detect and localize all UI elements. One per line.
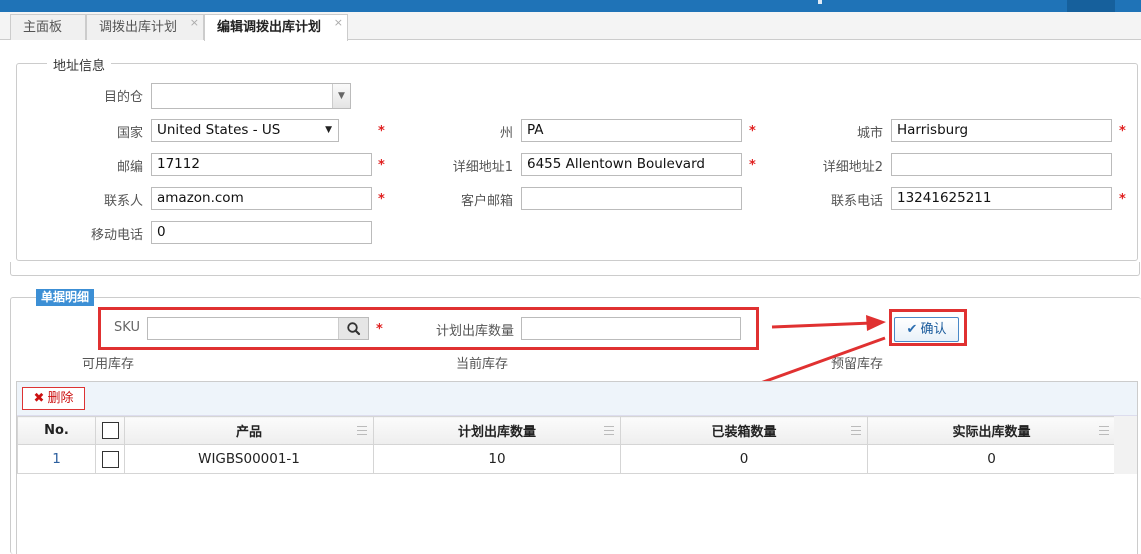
column-menu-icon[interactable] (851, 426, 861, 435)
row-select-cell (95, 444, 125, 474)
column-header-actual[interactable]: 实际出库数量 (867, 416, 1116, 445)
grid-table: No. 产品 计划出库数量 已装箱数量 实际出库数量 1 WIGBS00001-… (17, 416, 1116, 474)
delete-button[interactable]: ✖ 删除 (22, 387, 85, 410)
actual-qty-cell: 0 (867, 444, 1116, 474)
column-header-packed[interactable]: 已装箱数量 (620, 416, 868, 445)
row-checkbox[interactable] (101, 450, 119, 468)
grid-filler (1114, 416, 1137, 474)
grid-toolbar: ✖ 删除 (17, 382, 1137, 416)
column-header-product[interactable]: 产品 (124, 416, 374, 445)
detail-grid: ✖ 删除 No. 产品 计划出库数量 已装箱数量 实际出库数量 1 WIGBS00… (16, 381, 1138, 554)
table-row[interactable]: 1 WIGBS00001-1 10 0 0 (17, 444, 1116, 474)
column-menu-icon[interactable] (1099, 426, 1109, 435)
column-header-planned[interactable]: 计划出库数量 (373, 416, 621, 445)
packed-qty-cell: 0 (620, 444, 868, 474)
arrow-to-confirm-icon (771, 315, 886, 331)
close-icon: ✖ (33, 391, 45, 406)
product-cell: WIGBS00001-1 (124, 444, 374, 474)
column-header-no[interactable]: No. (17, 416, 96, 445)
select-all-checkbox[interactable] (101, 422, 119, 439)
row-number: 1 (17, 444, 96, 474)
planned-qty-cell: 10 (373, 444, 621, 474)
column-menu-icon[interactable] (357, 426, 367, 435)
column-menu-icon[interactable] (604, 426, 614, 435)
column-header-select[interactable] (95, 416, 125, 445)
